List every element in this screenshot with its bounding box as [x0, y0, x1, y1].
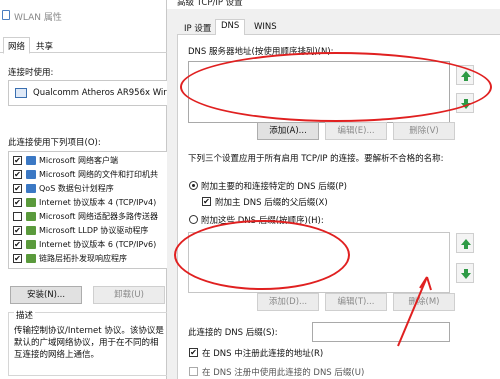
annotation-arrow	[397, 276, 432, 347]
